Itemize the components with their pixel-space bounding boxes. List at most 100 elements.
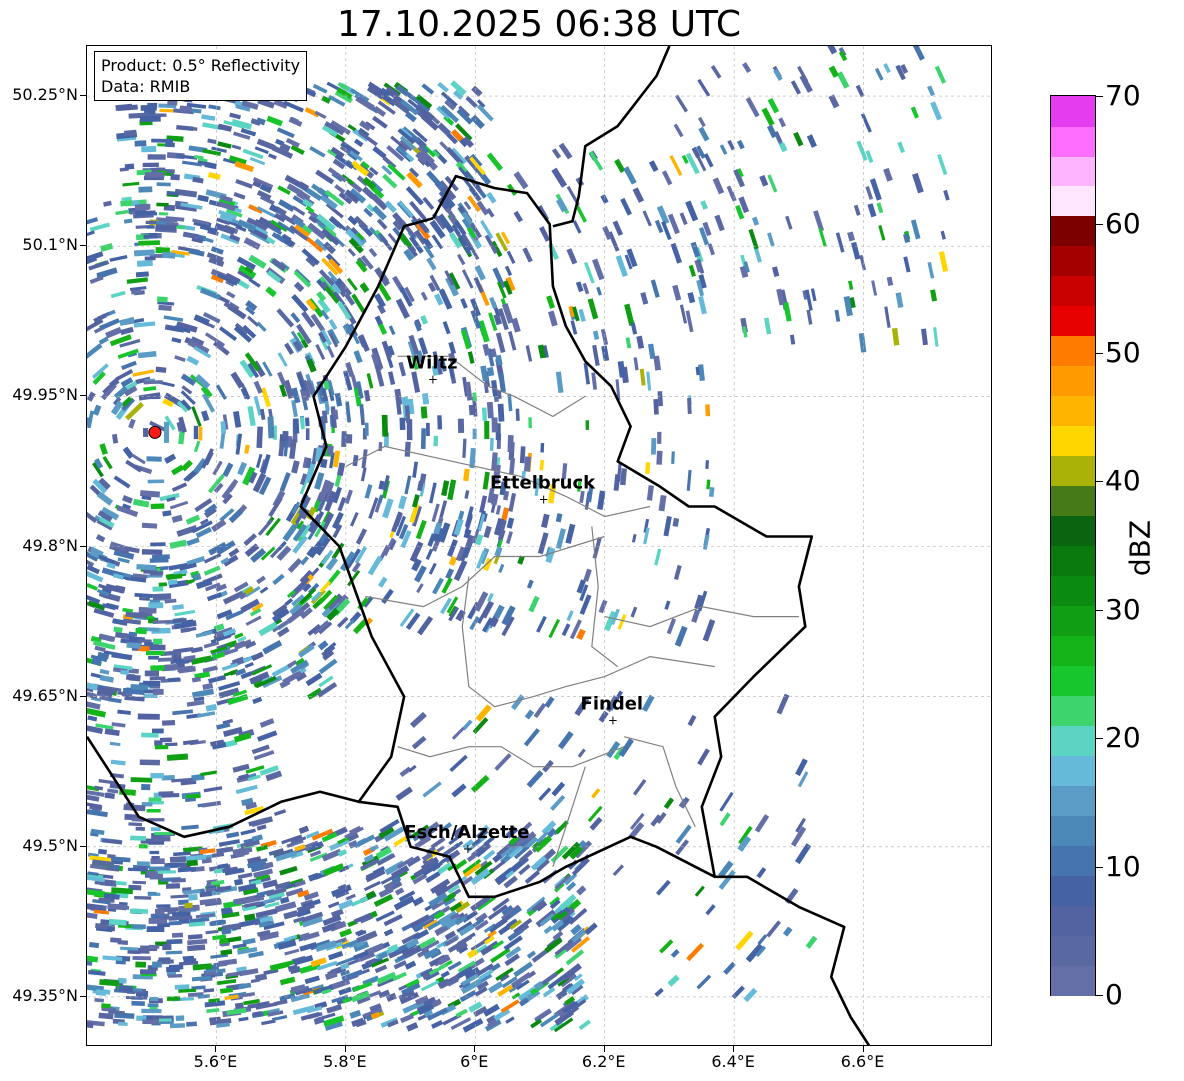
echo-cell: [495, 332, 506, 354]
echo-cell: [201, 410, 210, 422]
echo-cell: [159, 737, 172, 743]
echo-cell: [131, 1000, 145, 1006]
echo-cell: [137, 351, 157, 359]
echo-cell: [911, 46, 925, 61]
echo-cell: [290, 312, 301, 324]
colorbar-segment: [1051, 965, 1095, 996]
echo-cell: [174, 355, 186, 362]
echo-cell: [363, 389, 371, 402]
echo-cell: [671, 451, 675, 464]
echo-cell: [640, 292, 649, 305]
echo-cell: [174, 984, 190, 990]
echo-cell: [491, 860, 506, 872]
echo-cell: [646, 371, 652, 391]
echo-cell: [206, 1008, 220, 1013]
echo-cell: [566, 248, 578, 265]
echo-cell: [95, 534, 106, 543]
echo-cell: [334, 392, 343, 407]
echo-cell: [150, 542, 166, 547]
echo-cell: [201, 114, 216, 121]
echo-cell: [484, 421, 490, 440]
echo-cell: [597, 490, 606, 510]
echo-cell: [697, 748, 710, 766]
echo-cell: [489, 437, 494, 451]
echo-cell: [853, 204, 861, 216]
echo-cell: [353, 138, 364, 148]
echo-cell: [202, 665, 218, 673]
echo-cell: [113, 475, 131, 489]
echo-cell: [470, 114, 485, 130]
echo-cell: [719, 812, 731, 827]
echo-cell: [147, 891, 157, 895]
echo-cell: [169, 856, 187, 863]
echo-cell: [539, 459, 545, 471]
echo-cell: [426, 257, 437, 271]
echo-cell: [742, 62, 752, 74]
echo-cell: [426, 422, 430, 437]
echo-cell: [471, 313, 482, 329]
canton-border: [623, 736, 696, 828]
echo-cell: [291, 294, 309, 313]
echo-cell: [462, 438, 467, 458]
echo-cell: [156, 296, 168, 303]
echo-cell: [387, 371, 396, 385]
echo-cell: [244, 662, 254, 669]
lon-tick-mark: [862, 1046, 864, 1052]
echo-cell: [764, 317, 772, 335]
echo-cell: [493, 604, 505, 619]
echo-cell: [642, 210, 652, 227]
colorbar-segment: [1051, 545, 1095, 577]
echo-cell: [658, 495, 667, 512]
echo-cell: [428, 482, 437, 504]
echo-cell: [171, 482, 188, 492]
echo-cell: [528, 595, 540, 613]
echo-cell: [166, 753, 189, 761]
lat-tick-label: 50.25°N: [12, 85, 78, 105]
echo-cell: [163, 421, 170, 443]
echo-cell: [470, 774, 490, 793]
echo-cell: [460, 298, 468, 309]
echo-cell: [279, 865, 298, 876]
lon-tick-label: 6.6°E: [840, 1052, 885, 1071]
echo-cell: [153, 638, 163, 645]
echo-cell: [158, 212, 168, 216]
echo-cell: [399, 1013, 414, 1024]
echo-cell: [211, 519, 227, 533]
echo-cell: [539, 226, 551, 242]
colorbar-segment: [1051, 725, 1095, 756]
echo-cell: [208, 674, 227, 684]
echo-cell: [226, 831, 240, 839]
echo-cell: [217, 141, 232, 149]
echo-cell: [282, 430, 289, 441]
echo-cell: [235, 178, 253, 189]
echo-cell: [94, 998, 105, 1003]
echo-cell: [398, 495, 407, 510]
echo-cell: [268, 153, 277, 160]
echo-cell: [705, 404, 711, 417]
lat-tick-label: 49.35°N: [12, 985, 78, 1005]
echo-cell: [847, 231, 856, 242]
echo-cell: [135, 210, 156, 216]
echo-cell: [457, 418, 465, 434]
echo-cell: [876, 202, 884, 214]
radar-map[interactable]: + Wiltz + Ettelbruck + Findel + Esch/Alzette: [86, 45, 992, 1046]
echo-cell: [508, 331, 517, 351]
echo-cell: [203, 565, 221, 576]
echo-cell: [583, 568, 592, 582]
echo-cell: [158, 957, 171, 962]
echo-cell: [667, 974, 680, 987]
echo-cell: [130, 777, 153, 783]
echo-cell: [548, 310, 558, 327]
echo-cell: [142, 1019, 159, 1025]
map-canvas: +Wiltz+Ettelbruck+Findel+Esch/Alzette: [87, 46, 991, 1045]
colorbar-tick-label: 70: [1105, 79, 1141, 112]
echo-cell: [835, 232, 845, 253]
echo-cell: [207, 138, 217, 145]
echo-cell: [272, 573, 285, 586]
echo-cell: [687, 397, 692, 414]
echo-cell: [175, 1015, 185, 1021]
echo-cell: [687, 714, 697, 727]
echo-cell: [596, 286, 602, 296]
echo-cell: [617, 360, 626, 378]
echo-cell: [761, 107, 775, 127]
